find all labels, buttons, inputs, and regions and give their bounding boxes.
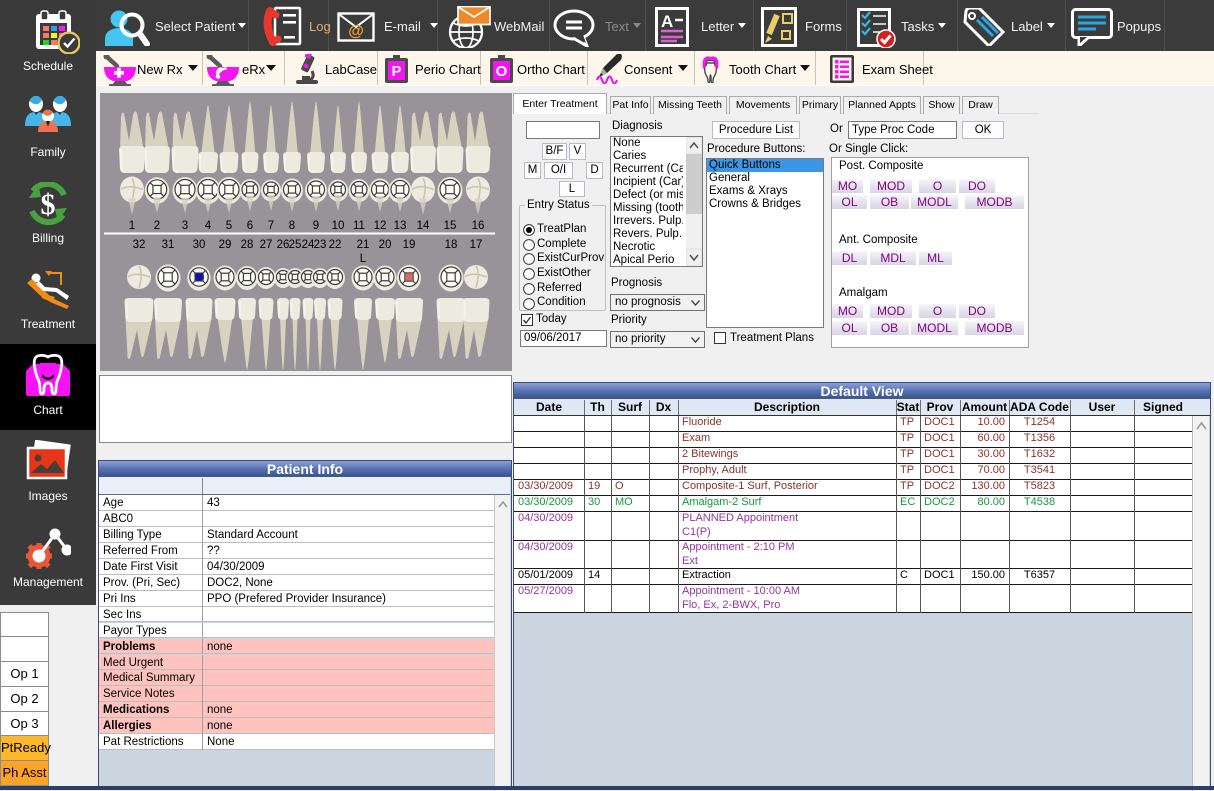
svg-text:3: 3 bbox=[182, 220, 188, 232]
svg-text:6: 6 bbox=[247, 220, 253, 232]
svg-text:29: 29 bbox=[219, 239, 232, 251]
svg-text:16: 16 bbox=[472, 220, 485, 232]
svg-text:7: 7 bbox=[268, 220, 274, 232]
svg-text:32: 32 bbox=[133, 239, 146, 251]
svg-text:18: 18 bbox=[445, 239, 458, 251]
svg-text:21: 21 bbox=[357, 239, 370, 251]
svg-text:O: O bbox=[496, 63, 508, 80]
svg-text:26: 26 bbox=[277, 239, 290, 251]
svg-text:25: 25 bbox=[289, 239, 302, 251]
svg-text:23: 23 bbox=[314, 239, 327, 251]
svg-text:31: 31 bbox=[162, 239, 175, 251]
svg-text:L: L bbox=[360, 253, 367, 265]
svg-text:14: 14 bbox=[417, 220, 430, 232]
svg-text:8: 8 bbox=[289, 220, 295, 232]
svg-text:5: 5 bbox=[226, 220, 232, 232]
svg-text:30: 30 bbox=[193, 239, 206, 251]
svg-text:$: $ bbox=[41, 188, 56, 221]
svg-text:10: 10 bbox=[332, 220, 345, 232]
svg-text:17: 17 bbox=[470, 239, 483, 251]
svg-text:4: 4 bbox=[205, 220, 212, 232]
svg-text:11: 11 bbox=[353, 220, 365, 232]
svg-text:P: P bbox=[391, 63, 401, 80]
svg-text:2: 2 bbox=[154, 220, 160, 232]
svg-text:20: 20 bbox=[379, 239, 392, 251]
svg-text:9: 9 bbox=[313, 220, 319, 232]
svg-text:A: A bbox=[661, 12, 673, 31]
svg-text:@: @ bbox=[348, 23, 364, 40]
svg-text:1: 1 bbox=[129, 220, 135, 232]
svg-text:22: 22 bbox=[329, 239, 342, 251]
svg-text:15: 15 bbox=[444, 220, 457, 232]
svg-text:13: 13 bbox=[394, 220, 407, 232]
svg-text:28: 28 bbox=[241, 239, 254, 251]
svg-text:12: 12 bbox=[374, 220, 387, 232]
svg-text:27: 27 bbox=[260, 239, 273, 251]
svg-text:19: 19 bbox=[403, 239, 416, 251]
